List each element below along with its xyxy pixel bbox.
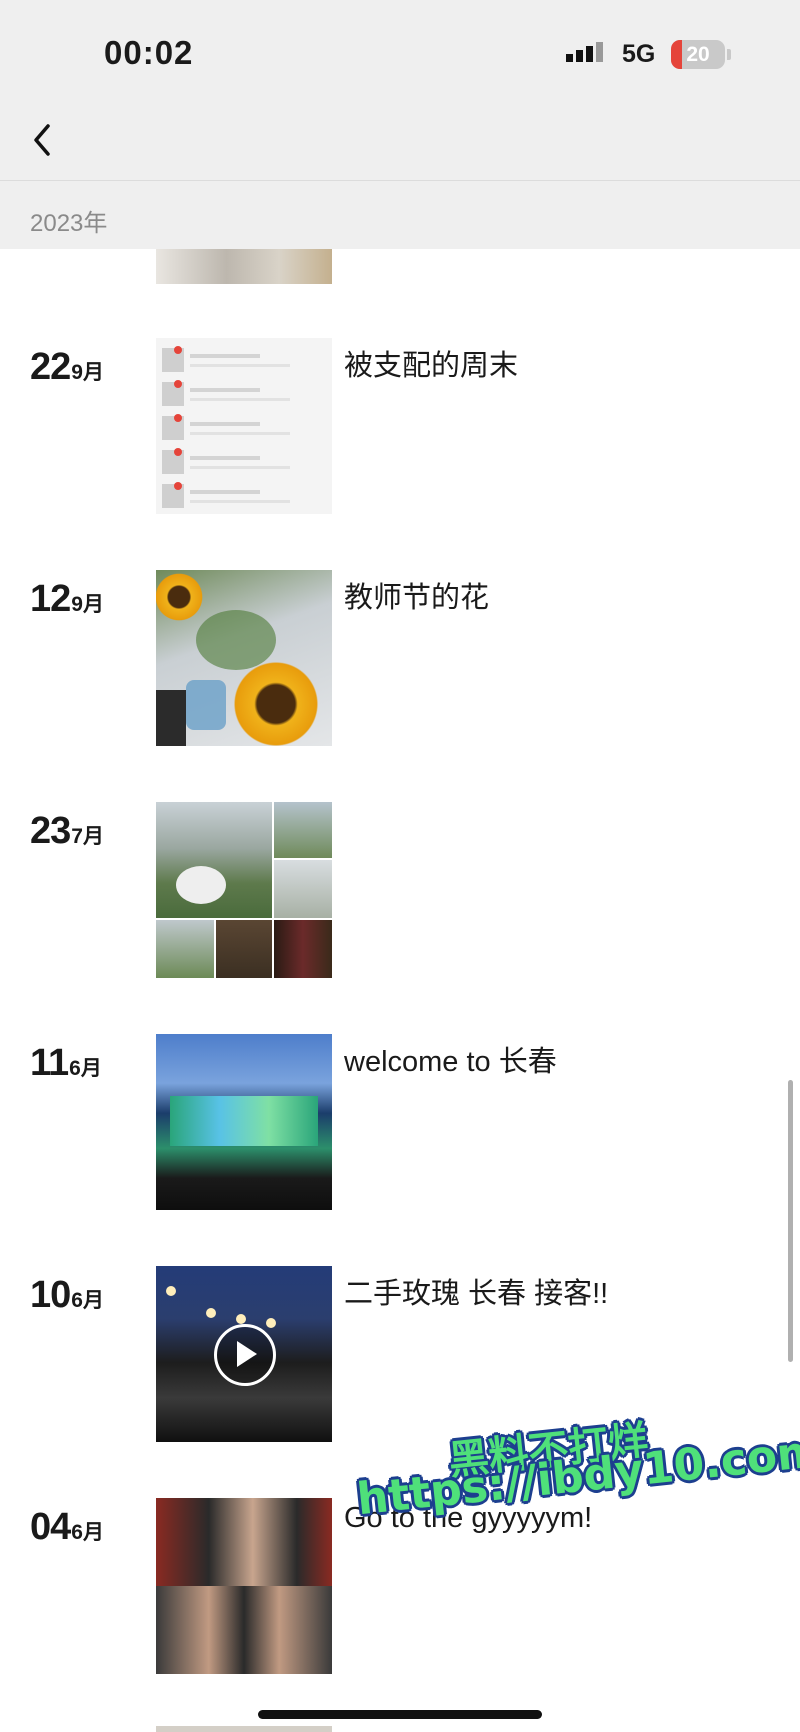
- timeline-entry[interactable]: 116月 welcome to 长春: [0, 1034, 800, 1214]
- entry-date: 106月: [30, 1274, 104, 1317]
- battery-icon: 20: [671, 40, 725, 69]
- timeline-entry[interactable]: 229月 被支配的周末: [0, 338, 800, 518]
- entry-day: 23: [30, 810, 71, 852]
- timeline-entry[interactable]: 237月: [0, 802, 800, 982]
- entry-month: 7月: [71, 825, 104, 848]
- entry-date: 129月: [30, 578, 104, 621]
- post-thumbnail[interactable]: [156, 570, 332, 746]
- entry-day: 04: [30, 1506, 71, 1548]
- entry-month: 6月: [71, 1289, 104, 1312]
- nav-bar: [0, 100, 800, 181]
- battery-level: 20: [686, 43, 710, 66]
- entry-month: 6月: [69, 1057, 102, 1080]
- post-thumbnail[interactable]: [156, 1034, 332, 1210]
- entry-date: 116月: [30, 1042, 102, 1085]
- entry-month: 6月: [71, 1521, 104, 1544]
- post-caption: 教师节的花: [344, 582, 490, 614]
- back-button[interactable]: [26, 118, 66, 162]
- status-time: 00:02: [104, 34, 194, 71]
- chevron-left-icon: [34, 124, 50, 156]
- entry-day: 22: [30, 346, 71, 388]
- year-header: 2023年: [0, 181, 800, 249]
- home-indicator[interactable]: [258, 1710, 542, 1719]
- signal-icon: [566, 42, 606, 62]
- timeline-entry[interactable]: 106月 二手玫瑰 长春 接客!!: [0, 1266, 800, 1446]
- post-caption: welcome to 长春: [344, 1046, 557, 1078]
- status-bar: 00:02 5G 20: [0, 0, 800, 100]
- entry-day: 12: [30, 578, 71, 620]
- post-thumbnail[interactable]: [156, 1498, 332, 1674]
- scrollbar[interactable]: [788, 1080, 793, 1362]
- timeline-entry[interactable]: 129月 教师节的花: [0, 570, 800, 750]
- play-icon[interactable]: [214, 1324, 276, 1386]
- next-post-thumbnail[interactable]: [156, 1726, 332, 1732]
- timeline-entry[interactable]: 046月 Go to the gyyyyym!: [0, 1498, 800, 1678]
- entry-day: 10: [30, 1274, 71, 1316]
- post-thumbnail[interactable]: [156, 802, 332, 978]
- post-caption: 二手玫瑰 长春 接客!!: [344, 1278, 609, 1310]
- year-label: 2023年: [30, 210, 108, 237]
- entry-date: 229月: [30, 346, 104, 389]
- previous-post-thumbnail[interactable]: [156, 249, 332, 284]
- post-thumbnail[interactable]: [156, 338, 332, 514]
- entry-month: 9月: [71, 593, 104, 616]
- entry-day: 11: [30, 1042, 69, 1084]
- battery-tip: [727, 49, 731, 60]
- entry-date: 237月: [30, 810, 104, 853]
- network-label: 5G: [622, 40, 656, 68]
- post-caption: 被支配的周末: [344, 350, 519, 382]
- entry-date: 046月: [30, 1506, 104, 1549]
- post-thumbnail[interactable]: [156, 1266, 332, 1442]
- entry-month: 9月: [71, 361, 104, 384]
